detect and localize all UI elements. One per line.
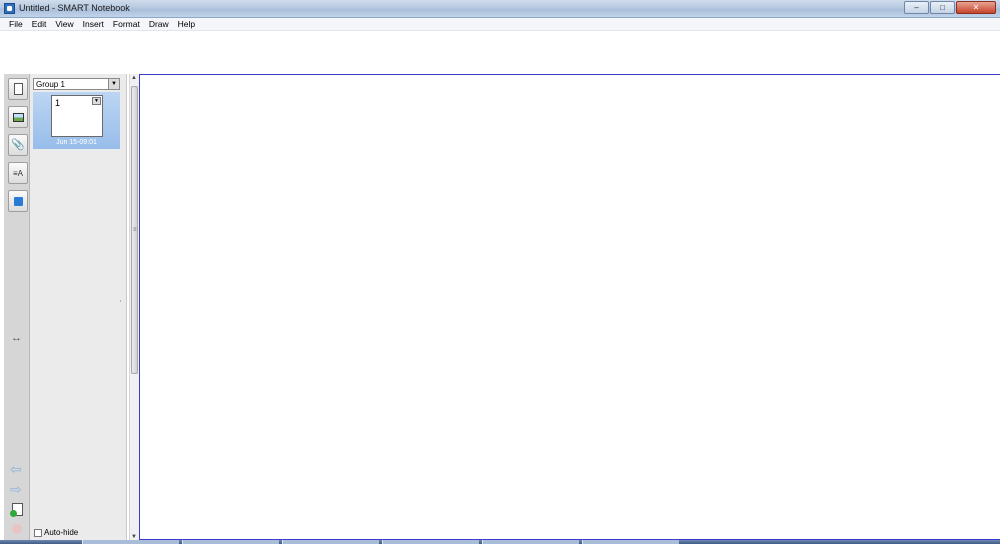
gallery-tab[interactable]: [8, 106, 28, 128]
properties-tab[interactable]: ≡A: [8, 162, 28, 184]
page-thumbnail-item[interactable]: 1 ▼ Jun 15-09:01: [33, 92, 120, 149]
paperclip-icon: 📎: [11, 139, 25, 151]
taskbar-item[interactable]: [282, 540, 379, 544]
page-thumbnail[interactable]: 1 ▼: [51, 95, 103, 137]
grip-icon: ≡: [133, 227, 137, 233]
scrollbar-thumb[interactable]: ≡: [131, 86, 138, 374]
puzzle-icon: [14, 197, 23, 206]
notebook-page-canvas[interactable]: [139, 74, 1000, 540]
scroll-up-icon[interactable]: ▲: [131, 75, 137, 81]
move-sidebar-icon[interactable]: ↔: [11, 332, 22, 344]
group-select[interactable]: Group 1 ▼: [33, 78, 120, 90]
menu-file[interactable]: File: [0, 19, 27, 29]
window-title: Untitled - SMART Notebook: [19, 3, 130, 13]
taskbar-item[interactable]: [482, 540, 579, 544]
next-page-icon[interactable]: ⇨: [10, 482, 22, 496]
smart-notebook-app-icon[interactable]: [4, 3, 15, 14]
delete-page-icon[interactable]: [12, 524, 22, 534]
auto-hide-checkbox[interactable]: [34, 528, 42, 537]
title-bar[interactable]: Untitled - SMART Notebook – □ ✕: [0, 0, 1000, 18]
menu-edit[interactable]: Edit: [27, 19, 51, 29]
side-tab-bar: 📎 ≡A ↔ ⇦ ⇨: [4, 74, 30, 544]
menu-help[interactable]: Help: [173, 19, 199, 29]
attachments-tab[interactable]: 📎: [8, 134, 28, 156]
minimize-button[interactable]: –: [904, 1, 929, 14]
menu-draw[interactable]: Draw: [144, 19, 173, 29]
taskbar-item[interactable]: [182, 540, 279, 544]
menu-format[interactable]: Format: [108, 19, 144, 29]
maximize-button[interactable]: □: [930, 1, 955, 14]
close-button[interactable]: ✕: [956, 1, 996, 14]
window-controls: – □ ✕: [904, 1, 996, 15]
sorter-scrollbar[interactable]: ▲ ≡ ▼: [129, 74, 139, 544]
page-number: 1: [55, 98, 61, 108]
taskbar-item[interactable]: [82, 540, 179, 544]
add-ons-tab[interactable]: [8, 190, 28, 212]
group-select-value: Group 1: [36, 80, 65, 89]
menu-insert[interactable]: Insert: [78, 19, 108, 29]
auto-hide-option[interactable]: Auto-hide: [34, 528, 78, 537]
properties-icon: ≡A: [12, 169, 23, 178]
menu-view[interactable]: View: [50, 19, 77, 29]
chevron-down-icon[interactable]: ▼: [108, 79, 119, 89]
menu-bar: File Edit View Insert Format Draw Help: [0, 18, 1000, 31]
page-sorter-panel: Group 1 ▼ 1 ▼ Jun 15-09:01 ′ Auto-hide: [30, 74, 127, 544]
auto-hide-label: Auto-hide: [44, 528, 79, 537]
taskbar-item[interactable]: [582, 540, 679, 544]
taskbar-item[interactable]: [382, 540, 479, 544]
page-sorter-tab[interactable]: [8, 78, 28, 100]
add-page-icon[interactable]: [10, 503, 23, 517]
page-timestamp: Jun 15-09:01: [56, 139, 97, 146]
page-menu-dropdown-icon[interactable]: ▼: [92, 97, 101, 105]
resize-mark: ′: [120, 300, 122, 307]
previous-page-icon[interactable]: ⇦: [10, 462, 22, 476]
gallery-image-icon: [13, 113, 24, 122]
